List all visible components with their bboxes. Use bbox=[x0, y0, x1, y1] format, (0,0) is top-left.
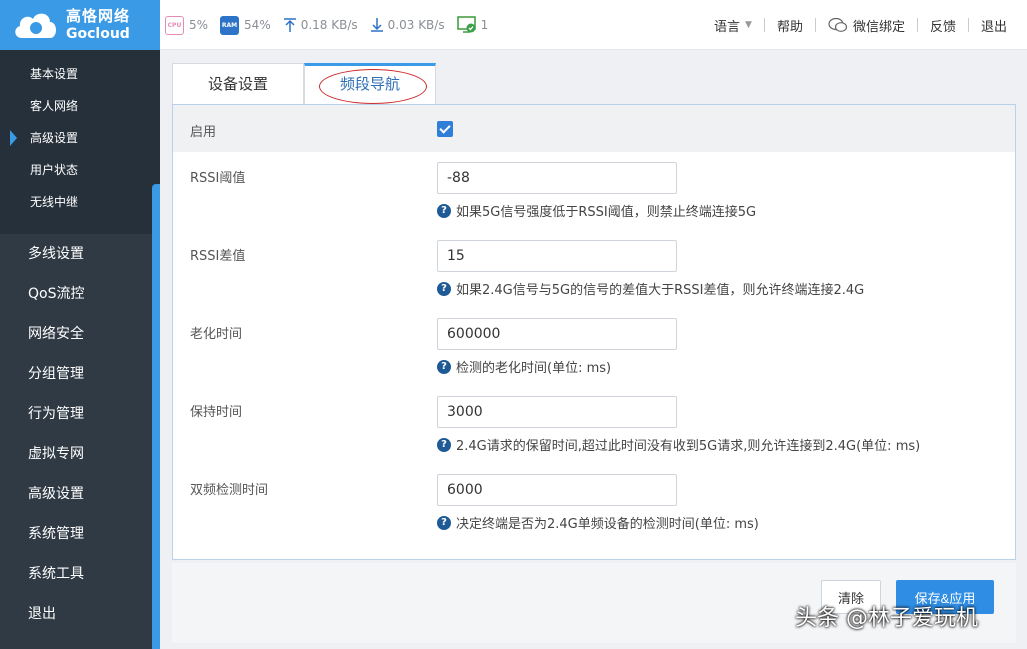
cpu-stat: CPU 5% bbox=[165, 15, 209, 35]
feedback-link[interactable]: 反馈 bbox=[918, 16, 968, 35]
rssi-diff-label: RSSI差值 bbox=[190, 249, 246, 264]
ram-stat: RAM 54% bbox=[220, 15, 271, 35]
help-icon: ? bbox=[437, 203, 451, 218]
wechat-icon bbox=[828, 17, 848, 32]
online-users-value: 1 bbox=[480, 18, 489, 32]
cloud-logo-icon bbox=[15, 13, 56, 38]
watermark-text: 头条 @林子爱玩机 bbox=[795, 606, 978, 631]
hold-time-hint-text: 2.4G请求的保留时间,超过此时间没有收到5G请求,则允许连接到2.4G(单位:… bbox=[456, 439, 921, 454]
download-value: 0.03 KB/s bbox=[387, 18, 445, 32]
hold-time-hint: ? 2.4G请求的保留时间,超过此时间没有收到5G请求,则允许连接到2.4G(单… bbox=[437, 435, 920, 454]
dual-band-detect-hint: ? 决定终端是否为2.4G单频设备的检测时间(单位: ms) bbox=[437, 513, 759, 532]
help-icon: ? bbox=[437, 359, 451, 374]
sidebar-item-vpn[interactable]: 虚拟专网 bbox=[0, 434, 160, 474]
sidebar-subitem-guest-network[interactable]: 客人网络 bbox=[0, 90, 160, 122]
sidebar-subitem-wireless-relay[interactable]: 无线中继 bbox=[0, 186, 160, 218]
upload-value: 0.18 KB/s bbox=[300, 18, 358, 32]
sidebar: 基本设置 客人网络 高级设置 用户状态 无线中继 多线设置 QoS流控 网络安全… bbox=[0, 50, 160, 649]
aging-time-hint: ? 检测的老化时间(单位: ms) bbox=[437, 357, 611, 376]
ram-icon: RAM bbox=[220, 15, 240, 35]
language-dropdown[interactable]: 语言 ▼ bbox=[702, 16, 764, 35]
caret-down-icon: ▼ bbox=[745, 20, 752, 30]
hold-time-label: 保持时间 bbox=[190, 405, 243, 420]
sidebar-subitem-basic[interactable]: 基本设置 bbox=[0, 58, 160, 90]
aging-time-hint-text: 检测的老化时间(单位: ms) bbox=[456, 361, 612, 376]
rssi-threshold-field: RSSI阈值 ? 如果5G信号强度低于RSSI阈值，则禁止终端连接5G bbox=[173, 162, 1017, 240]
dual-band-detect-hint-text: 决定终端是否为2.4G单频设备的检测时间(单位: ms) bbox=[456, 517, 759, 532]
top-nav: 语言 ▼ 帮助 微信绑定 反馈 退出 bbox=[702, 0, 1019, 50]
help-icon: ? bbox=[437, 515, 451, 530]
enable-row: 启用 bbox=[173, 105, 1015, 152]
help-icon: ? bbox=[437, 281, 451, 296]
download-stat: 0.03 KB/s bbox=[370, 17, 445, 33]
settings-panel: 启用 RSSI阈值 ? 如果5G信号强度低于RSSI阈值，则禁止终端连接5G R… bbox=[172, 104, 1016, 560]
cpu-icon: CPU bbox=[165, 15, 184, 35]
help-link[interactable]: 帮助 bbox=[765, 16, 815, 35]
sidebar-item-behavior[interactable]: 行为管理 bbox=[0, 394, 160, 434]
top-header: 高恪网络 Gocloud CPU 5% RAM 54% 0.18 KB/s 0.… bbox=[0, 0, 1027, 50]
annotation-circle bbox=[319, 69, 427, 104]
system-stats: CPU 5% RAM 54% 0.18 KB/s 0.03 KB/s 1 bbox=[165, 0, 500, 50]
tab-band-steering[interactable]: 频段导航 bbox=[304, 63, 436, 104]
hold-time-field: 保持时间 ? 2.4G请求的保留时间,超过此时间没有收到5G请求,则允许连接到2… bbox=[173, 396, 1017, 474]
sidebar-item-multiline[interactable]: 多线设置 bbox=[0, 234, 160, 274]
sidebar-item-system-mgmt[interactable]: 系统管理 bbox=[0, 514, 160, 554]
sidebar-item-qos[interactable]: QoS流控 bbox=[0, 274, 160, 314]
brand-name-en: Gocloud bbox=[66, 26, 130, 42]
hold-time-input[interactable] bbox=[437, 396, 677, 428]
main-content: 设备设置 频段导航 启用 RSSI阈值 ? 如果5G信号强度低于RSSI阈值，则… bbox=[172, 63, 1016, 643]
download-arrow-icon bbox=[370, 18, 383, 32]
cpu-value: 5% bbox=[189, 18, 209, 32]
aging-time-label: 老化时间 bbox=[190, 327, 243, 342]
rssi-threshold-label: RSSI阈值 bbox=[190, 171, 246, 186]
enable-checkbox[interactable] bbox=[437, 121, 453, 137]
sidebar-scrollbar[interactable] bbox=[152, 184, 160, 649]
upload-stat: 0.18 KB/s bbox=[283, 17, 358, 33]
logout-link[interactable]: 退出 bbox=[969, 16, 1019, 35]
aging-time-input[interactable] bbox=[437, 318, 677, 350]
language-label: 语言 bbox=[714, 19, 741, 35]
sidebar-item-advanced[interactable]: 高级设置 bbox=[0, 474, 160, 514]
dual-band-detect-label: 双频检测时间 bbox=[190, 483, 269, 498]
tab-bar: 设备设置 频段导航 bbox=[172, 63, 1016, 104]
sidebar-item-system-tools[interactable]: 系统工具 bbox=[0, 554, 160, 594]
sidebar-subitem-user-status[interactable]: 用户状态 bbox=[0, 154, 160, 186]
sidebar-item-exit[interactable]: 退出 bbox=[0, 594, 160, 634]
online-users-stat: 1 bbox=[456, 16, 489, 34]
rssi-threshold-hint: ? 如果5G信号强度低于RSSI阈值，则禁止终端连接5G bbox=[437, 201, 756, 220]
rssi-diff-hint-text: 如果2.4G信号与5G的信号的差值大于RSSI差值，则允许终端连接2.4G bbox=[456, 283, 865, 298]
sidebar-item-security[interactable]: 网络安全 bbox=[0, 314, 160, 354]
brand-logo: 高恪网络 Gocloud bbox=[0, 0, 160, 50]
rssi-threshold-hint-text: 如果5G信号强度低于RSSI阈值，则禁止终端连接5G bbox=[456, 205, 757, 220]
upload-arrow-icon bbox=[283, 18, 296, 32]
aging-time-field: 老化时间 ? 检测的老化时间(单位: ms) bbox=[173, 318, 1017, 396]
tab-device-settings[interactable]: 设备设置 bbox=[172, 63, 304, 104]
wechat-bind-link[interactable]: 微信绑定 bbox=[816, 16, 917, 35]
monitor-check-icon bbox=[456, 16, 476, 33]
dual-band-detect-input[interactable] bbox=[437, 474, 677, 506]
enable-label: 启用 bbox=[190, 125, 217, 140]
rssi-diff-field: RSSI差值 ? 如果2.4G信号与5G的信号的差值大于RSSI差值，则允许终端… bbox=[173, 240, 1017, 318]
rssi-diff-hint: ? 如果2.4G信号与5G的信号的差值大于RSSI差值，则允许终端连接2.4G bbox=[437, 279, 864, 298]
help-icon: ? bbox=[437, 437, 451, 452]
wechat-bind-label: 微信绑定 bbox=[852, 19, 905, 35]
sidebar-item-groups[interactable]: 分组管理 bbox=[0, 354, 160, 394]
ram-value: 54% bbox=[244, 18, 271, 32]
rssi-diff-input[interactable] bbox=[437, 240, 677, 272]
sidebar-subitem-advanced[interactable]: 高级设置 bbox=[0, 122, 160, 154]
sidebar-submenu: 基本设置 客人网络 高级设置 用户状态 无线中继 bbox=[0, 50, 160, 234]
dual-band-detect-field: 双频检测时间 ? 决定终端是否为2.4G单频设备的检测时间(单位: ms) bbox=[173, 474, 1017, 552]
rssi-threshold-input[interactable] bbox=[437, 162, 677, 194]
brand-name-cn: 高恪网络 bbox=[66, 7, 131, 25]
